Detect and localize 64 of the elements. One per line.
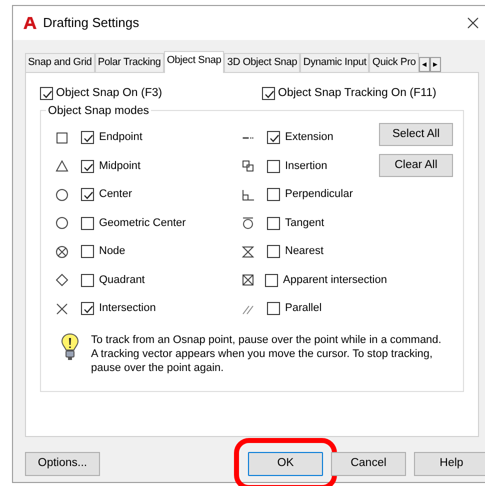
- checkbox[interactable]: [40, 87, 53, 100]
- circle-icon: [55, 216, 69, 230]
- checkbox[interactable]: [267, 302, 280, 315]
- tab[interactable]: Dynamic Input: [300, 53, 370, 72]
- x-mark-icon: [55, 302, 69, 316]
- tip-text: To track from an Osnap point, pause over the point while in a command. A tracking vector appears when you move the cursor. To stop tracking, pause over the point again.: [91, 332, 442, 375]
- tangent-circle-icon: [241, 216, 255, 230]
- checkbox[interactable]: [267, 160, 280, 172]
- tab[interactable]: Object Snap: [164, 51, 224, 73]
- checkbox-label: Perpendicular: [285, 187, 353, 202]
- checkbox[interactable]: [267, 216, 280, 230]
- checkbox[interactable]: [81, 302, 94, 315]
- dialog-button[interactable]: Cancel: [331, 452, 406, 476]
- diamond-icon: [55, 273, 69, 287]
- checkbox[interactable]: [81, 131, 94, 144]
- dashed-line-icon: [242, 136, 254, 140]
- checkbox-label: Nearest: [285, 244, 324, 260]
- checkbox-label: Tangent: [285, 216, 324, 231]
- checkbox[interactable]: [267, 131, 280, 144]
- app-logo-icon: [23, 16, 37, 30]
- checkbox-label: Geometric Center: [99, 216, 186, 231]
- overlapping-squares-icon: [241, 159, 255, 173]
- crossed-square-icon: [241, 273, 255, 287]
- checkbox-label: Insertion: [285, 158, 328, 174]
- checkbox-label: Parallel: [285, 301, 322, 316]
- checkbox[interactable]: [81, 216, 94, 230]
- perpendicular-icon: [241, 188, 255, 202]
- square-icon: [55, 130, 69, 144]
- tab-scroll-button[interactable]: ◂: [418, 57, 430, 72]
- lightbulb-icon: [61, 332, 79, 361]
- hourglass-icon: [241, 244, 255, 258]
- action-button[interactable]: Clear All: [379, 154, 453, 178]
- checkbox-label: Object Snap On (F3): [56, 86, 162, 101]
- tab[interactable]: Quick Pro: [369, 53, 419, 72]
- triangle-icon: [55, 159, 69, 173]
- checkbox[interactable]: [81, 274, 94, 286]
- checkbox-label: Apparent intersection: [283, 272, 387, 288]
- checkbox[interactable]: [81, 245, 94, 258]
- dialog-button[interactable]: Options...: [25, 452, 100, 476]
- tab[interactable]: Snap and Grid: [25, 53, 95, 72]
- checkbox-label: Extension: [285, 130, 334, 146]
- checkbox[interactable]: [262, 87, 275, 100]
- checkbox[interactable]: [265, 274, 278, 286]
- close-icon[interactable]: [467, 17, 479, 29]
- dialog-button[interactable]: Help: [414, 452, 485, 476]
- checkbox-label: Quadrant: [99, 272, 145, 288]
- checkbox-label: Intersection: [99, 301, 156, 316]
- action-button[interactable]: Select All: [379, 123, 453, 146]
- window-title: Drafting Settings: [43, 14, 140, 32]
- checkbox[interactable]: [267, 188, 280, 201]
- tab[interactable]: 3D Object Snap: [224, 53, 300, 72]
- checkbox-label: Midpoint: [99, 158, 141, 174]
- checkbox-label: Node: [99, 244, 126, 260]
- crossed-circle-icon: [55, 244, 69, 258]
- tab[interactable]: Polar Tracking: [94, 53, 164, 72]
- checkbox-label: Object Snap Tracking On (F11): [278, 86, 436, 101]
- checkbox[interactable]: [81, 188, 94, 201]
- circle-icon: [55, 188, 69, 202]
- checkbox-label: Center: [99, 187, 132, 202]
- tab-scroll-button[interactable]: ▸: [430, 57, 441, 72]
- checkbox[interactable]: [81, 160, 94, 172]
- checkbox[interactable]: [267, 245, 280, 258]
- dialog-button[interactable]: OK: [248, 452, 323, 476]
- checkbox-label: Endpoint: [99, 130, 142, 146]
